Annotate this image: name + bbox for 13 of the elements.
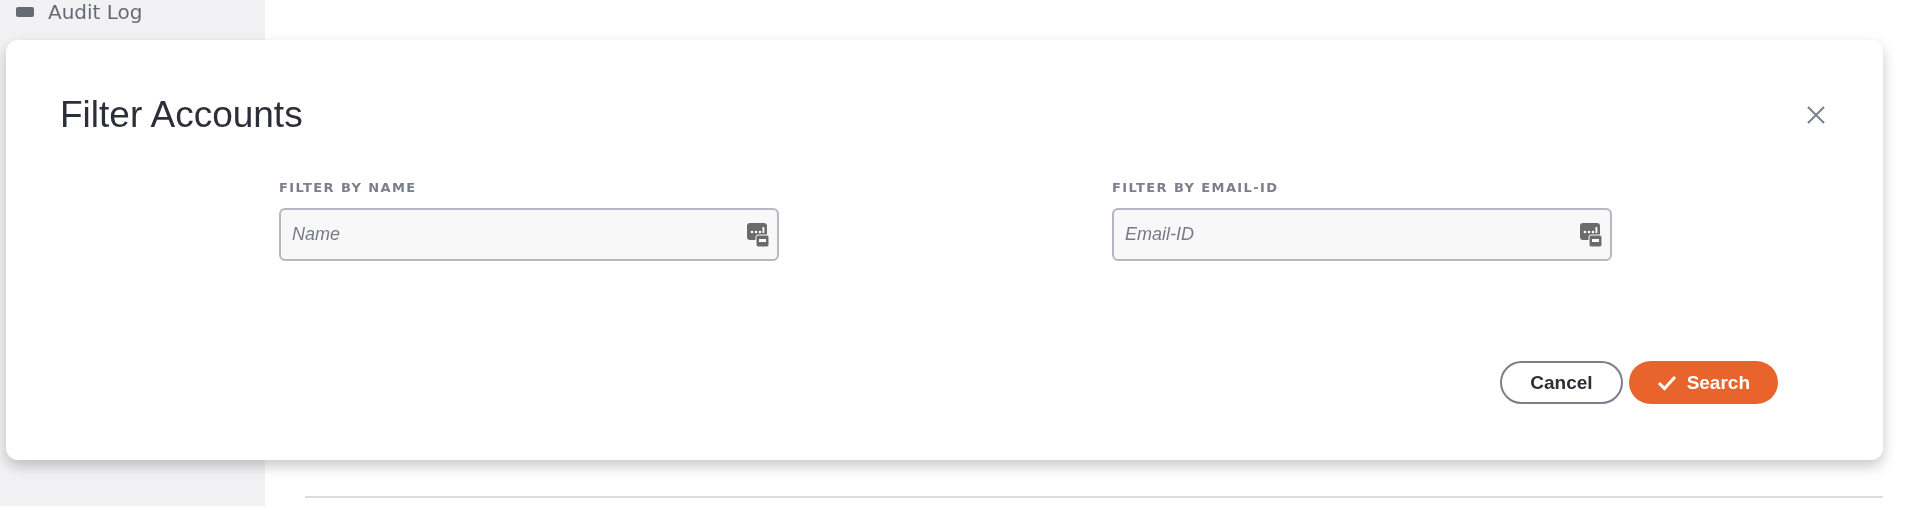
sidebar-item[interactable]: Audit Log [48,0,143,24]
keyboard-icon[interactable] [1580,223,1602,247]
search-button[interactable]: Search [1628,361,1778,404]
keyboard-icon[interactable] [747,223,769,247]
field-label: FILTER BY NAME [279,180,418,195]
close-button[interactable] [1805,104,1827,126]
field-label: FILTER BY EMAIL-ID [1112,180,1280,195]
cancel-button[interactable]: Cancel [1500,361,1623,404]
input-field[interactable]: Name [279,208,779,261]
document-icon [16,7,34,17]
input-field[interactable]: Email-ID [1112,208,1612,261]
checkmark-icon [1656,374,1677,391]
dialog-title: Filter Accounts [60,94,303,136]
